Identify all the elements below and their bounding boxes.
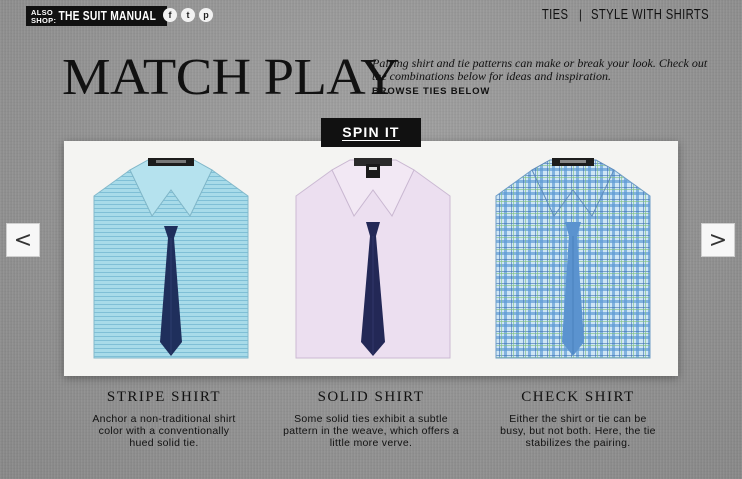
social-links: f t p: [163, 8, 213, 22]
stripe-shirt-image[interactable]: [90, 156, 252, 364]
nav-ties[interactable]: TIES: [542, 6, 569, 23]
caption-title[interactable]: CHECK SHIRT: [478, 389, 678, 406]
facebook-icon[interactable]: f: [163, 8, 177, 22]
check-shirt-image[interactable]: [492, 156, 654, 364]
caption-description: Some solid ties exhibit a subtle pattern…: [283, 413, 459, 449]
spin-it-label: SPIN IT: [342, 123, 400, 141]
chevron-right-icon: >: [708, 227, 728, 253]
next-arrow-button[interactable]: >: [701, 223, 735, 257]
caption-title[interactable]: STRIPE SHIRT: [64, 389, 264, 406]
also-shop-label: ALSO SHOP:: [31, 8, 57, 25]
page-title: MATCH PLAY: [62, 49, 400, 106]
browse-ties-link[interactable]: BROWSE TIES BELOW: [372, 86, 490, 97]
solid-shirt-caption: SOLID SHIRT Some solid ties exhibit a su…: [271, 389, 471, 449]
stripe-shirt-caption: STRIPE SHIRT Anchor a non-traditional sh…: [64, 389, 264, 449]
top-navigation: TIES | STYLE WITH SHIRTS: [533, 6, 714, 23]
chevron-left-icon: <: [13, 227, 33, 253]
check-shirt-caption: CHECK SHIRT Either the shirt or tie can …: [478, 389, 678, 449]
caption-title[interactable]: SOLID SHIRT: [271, 389, 471, 406]
solid-shirt-image[interactable]: [292, 156, 454, 364]
also-shop-link[interactable]: ALSO SHOP: THE SUIT MANUAL: [26, 6, 168, 26]
nav-style-with-shirts[interactable]: STYLE WITH SHIRTS: [591, 6, 709, 23]
suit-manual-brand: THE SUIT MANUAL: [58, 9, 157, 23]
caption-description: Anchor a non-traditional shirt color wit…: [92, 413, 236, 449]
caption-description: Either the shirt or tie can be busy, but…: [500, 413, 656, 449]
pinterest-icon[interactable]: p: [199, 8, 213, 22]
nav-separator: |: [578, 7, 583, 22]
shirt-carousel-panel: [64, 141, 678, 376]
spin-it-button[interactable]: SPIN IT: [321, 118, 421, 147]
previous-arrow-button[interactable]: <: [6, 223, 40, 257]
intro-text: Pairing shirt and tie patterns can make …: [372, 56, 708, 83]
twitter-icon[interactable]: t: [181, 8, 195, 22]
